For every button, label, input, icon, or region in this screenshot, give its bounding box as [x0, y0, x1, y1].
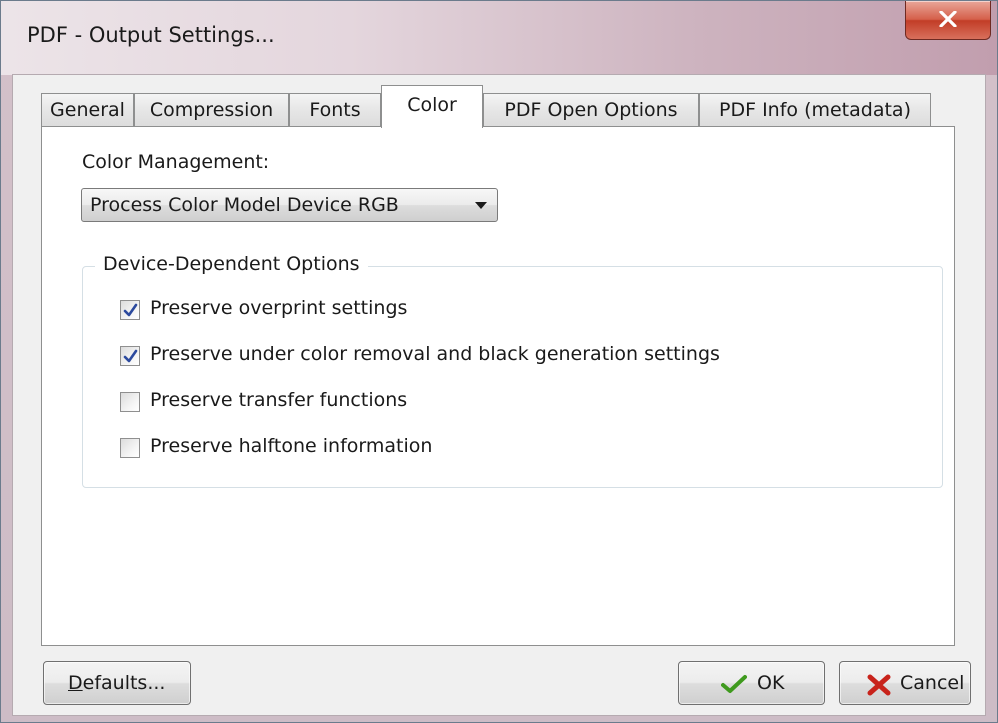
dialog-window: PDF - Output Settings... General Compres…: [0, 0, 998, 723]
checkbox-label: Preserve under color removal and black g…: [150, 343, 720, 365]
chevron-down-icon: [475, 202, 487, 209]
title-bar: PDF - Output Settings...: [1, 1, 997, 75]
color-management-value: Process Color Model Device RGB: [90, 194, 399, 216]
tab-label: Color: [407, 94, 457, 116]
cancel-label: Cancel: [900, 672, 965, 694]
ok-button[interactable]: OK: [678, 661, 825, 705]
checkmark-icon: [721, 675, 747, 693]
checkbox[interactable]: [120, 300, 140, 320]
color-management-dropdown[interactable]: Process Color Model Device RGB: [81, 188, 498, 222]
tab-general[interactable]: General: [41, 93, 134, 127]
defaults-button[interactable]: Defaults...: [43, 661, 191, 705]
tab-color[interactable]: Color: [381, 85, 483, 128]
ok-label: OK: [757, 672, 785, 694]
window-title: PDF - Output Settings...: [27, 23, 275, 47]
tab-fonts[interactable]: Fonts: [289, 93, 381, 127]
color-tab-panel: Color Management: Process Color Model De…: [41, 126, 955, 646]
checkbox[interactable]: [120, 346, 140, 366]
tab-label: PDF Open Options: [504, 99, 678, 121]
defaults-label: Defaults...: [68, 672, 166, 694]
tab-label: PDF Info (metadata): [719, 99, 911, 121]
tab-pdf-open-options[interactable]: PDF Open Options: [483, 93, 699, 127]
close-button[interactable]: [905, 1, 991, 40]
tab-label: Fonts: [309, 99, 361, 121]
tab-label: Compression: [149, 99, 274, 121]
tab-pdf-info[interactable]: PDF Info (metadata): [699, 93, 931, 127]
x-icon: [867, 674, 891, 696]
tab-label: General: [50, 99, 125, 121]
checkbox-label: Preserve halftone information: [150, 435, 433, 457]
device-dependent-options-group: Device-Dependent Options Preserve overpr…: [82, 253, 943, 488]
close-icon: [939, 11, 957, 27]
checkbox[interactable]: [120, 438, 140, 458]
cancel-button[interactable]: Cancel: [839, 661, 971, 705]
checkmark-icon: [123, 349, 138, 363]
group-title: Device-Dependent Options: [95, 253, 368, 275]
checkbox[interactable]: [120, 392, 140, 412]
dialog-client-area: General Compression Fonts Color PDF Open…: [12, 74, 986, 716]
tab-compression[interactable]: Compression: [134, 93, 289, 127]
color-management-label: Color Management:: [82, 151, 270, 173]
checkbox-label: Preserve transfer functions: [150, 389, 408, 411]
checkbox-label: Preserve overprint settings: [150, 297, 408, 319]
checkmark-icon: [123, 303, 138, 317]
